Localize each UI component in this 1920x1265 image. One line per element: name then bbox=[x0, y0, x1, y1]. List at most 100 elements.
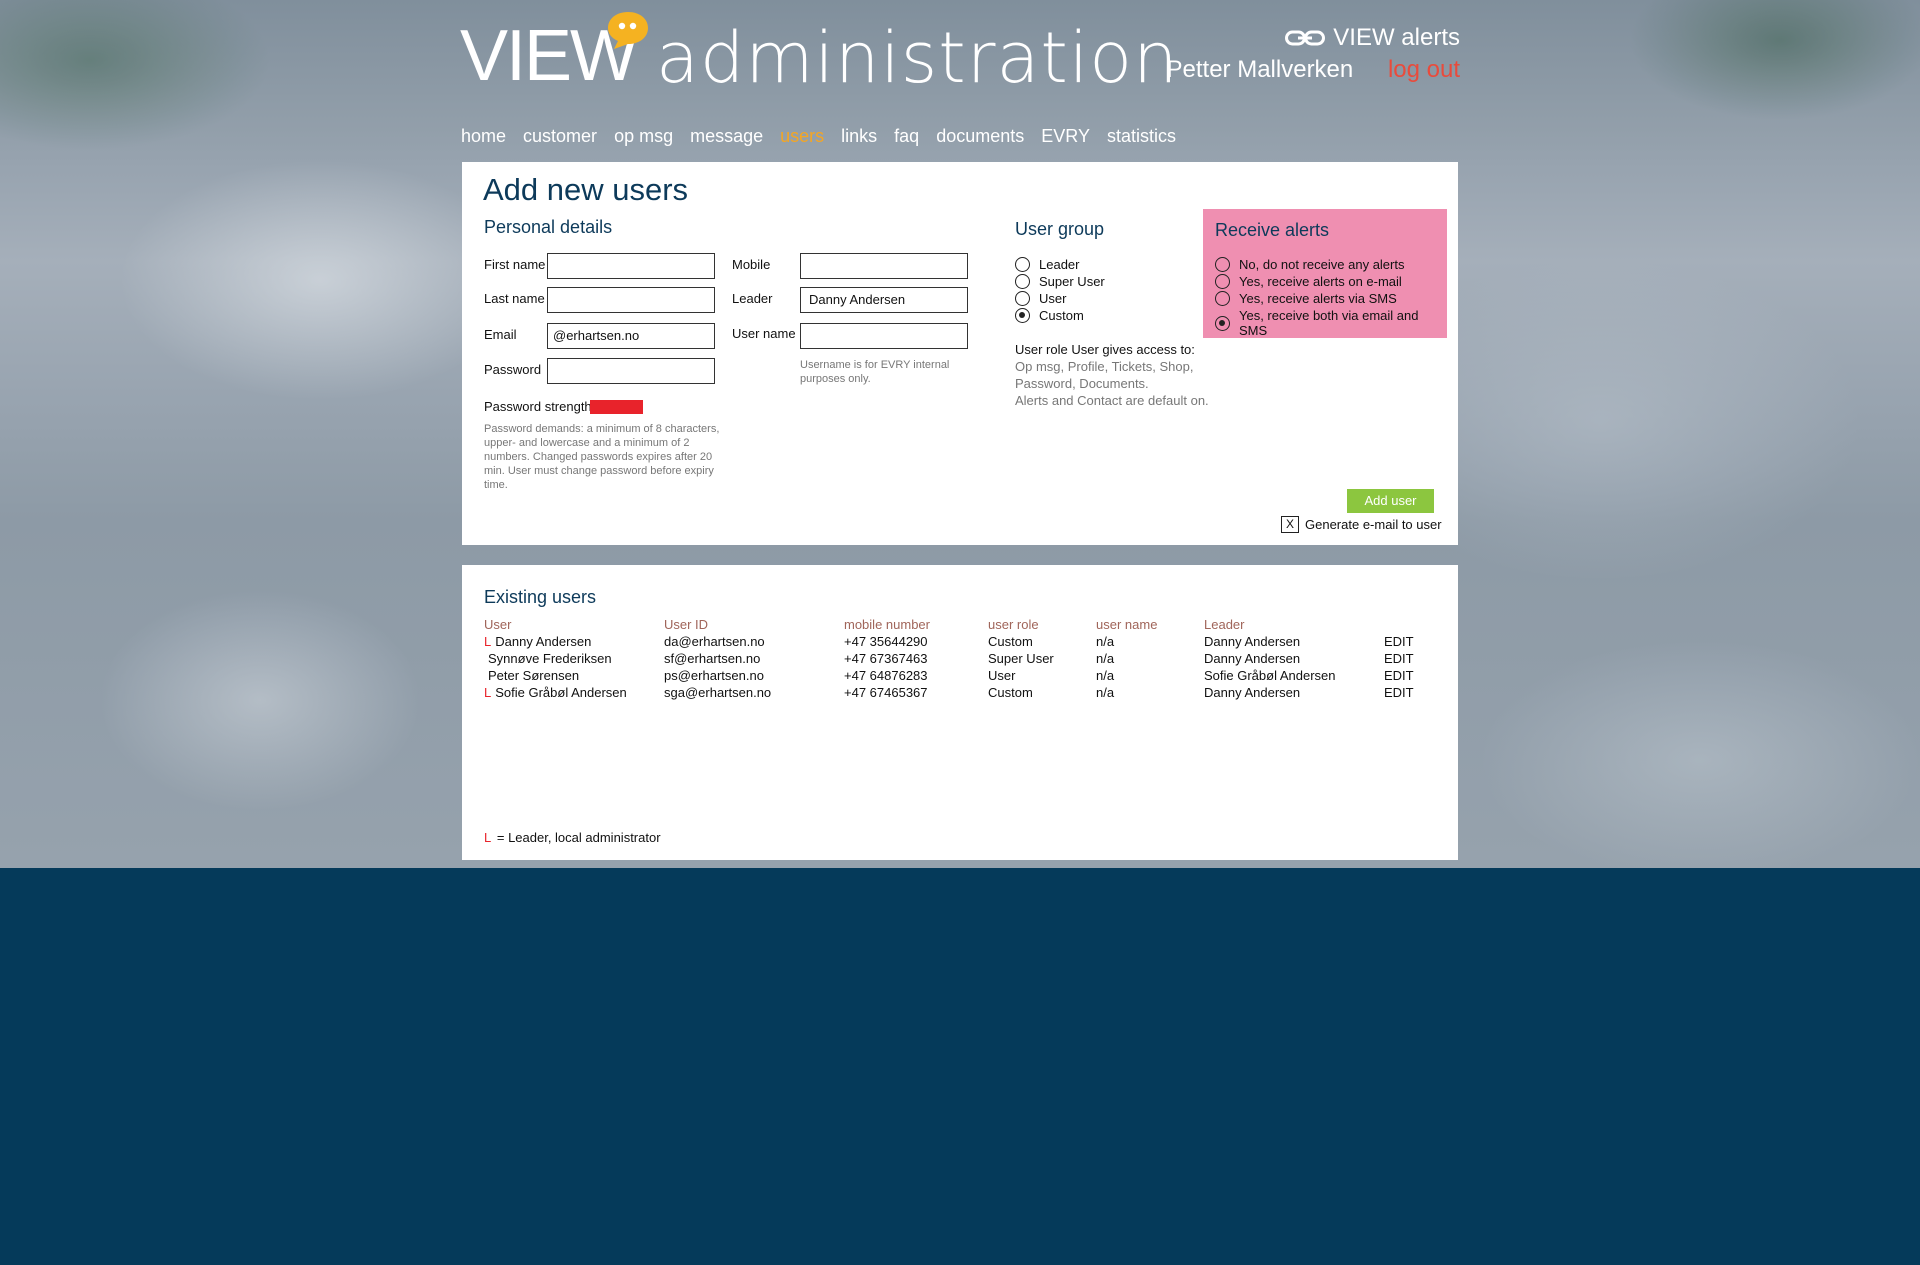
user-name: Synnøve Frederiksen bbox=[488, 651, 612, 666]
header: VIEW administration VIEW alerts Petter M… bbox=[460, 0, 1460, 160]
radio-label: Yes, receive both via email and SMS bbox=[1239, 308, 1419, 338]
password-field[interactable] bbox=[547, 358, 715, 384]
last-name-label: Last name bbox=[484, 291, 545, 306]
user-group-super-user[interactable]: Super User bbox=[1015, 274, 1105, 289]
nav-documents[interactable]: documents bbox=[936, 126, 1024, 147]
password-strength-label: Password strength bbox=[484, 399, 592, 414]
cell-user-id: sf@erhartsen.no bbox=[664, 651, 761, 666]
password-strength-bar bbox=[590, 400, 643, 414]
mobile-label: Mobile bbox=[732, 257, 771, 272]
radio-label: Yes, receive alerts on e-mail bbox=[1239, 274, 1402, 289]
generate-email-checkbox[interactable]: X bbox=[1281, 516, 1299, 533]
cell-mobile: +47 67465367 bbox=[844, 685, 928, 700]
radio-button[interactable] bbox=[1215, 291, 1230, 306]
cell-role: Custom bbox=[988, 634, 1033, 649]
generate-email-row[interactable]: X Generate e-mail to user bbox=[1281, 516, 1442, 533]
nav-users[interactable]: users bbox=[780, 126, 824, 147]
page-title: Add new users bbox=[483, 172, 689, 207]
view-alerts-link[interactable]: VIEW alerts bbox=[1285, 24, 1460, 52]
nav-evry[interactable]: EVRY bbox=[1041, 126, 1090, 147]
radio-button[interactable] bbox=[1215, 274, 1230, 289]
user-name-label: User name bbox=[732, 326, 796, 341]
user-group-custom[interactable]: Custom bbox=[1015, 308, 1084, 323]
user-group-heading: User group bbox=[1015, 219, 1105, 239]
nav-faq[interactable]: faq bbox=[894, 126, 919, 147]
col-header-user-id: User ID bbox=[664, 617, 709, 632]
alerts-option-both[interactable]: Yes, receive both via email and SMS bbox=[1215, 308, 1447, 338]
cell-leader: Danny Andersen bbox=[1204, 651, 1301, 666]
nav-customer[interactable]: customer bbox=[523, 126, 597, 147]
mobile-field[interactable] bbox=[800, 253, 968, 279]
edit-link[interactable]: EDIT bbox=[1384, 651, 1414, 666]
user-group-leader[interactable]: Leader bbox=[1015, 257, 1079, 272]
radio-button[interactable] bbox=[1215, 257, 1230, 272]
nav-links[interactable]: links bbox=[841, 126, 877, 147]
user-group-user[interactable]: User bbox=[1015, 291, 1066, 306]
cell-user-id: ps@erhartsen.no bbox=[664, 668, 764, 683]
cell-user-id: da@erhartsen.no bbox=[664, 634, 765, 649]
radio-label: Leader bbox=[1039, 257, 1080, 272]
cell-username: n/a bbox=[1096, 634, 1115, 649]
cell-username: n/a bbox=[1096, 651, 1115, 666]
leader-label: Leader bbox=[732, 291, 773, 306]
existing-users-heading: Existing users bbox=[484, 587, 597, 607]
nav-statistics[interactable]: statistics bbox=[1107, 126, 1176, 147]
edit-link[interactable]: EDIT bbox=[1384, 634, 1414, 649]
user-name: Sofie Gråbøl Andersen bbox=[495, 685, 627, 700]
add-user-panel: Add new users Personal details First nam… bbox=[462, 162, 1458, 545]
alerts-option-sms[interactable]: Yes, receive alerts via SMS bbox=[1215, 291, 1397, 306]
radio-button[interactable] bbox=[1015, 257, 1030, 272]
user-name-field[interactable] bbox=[800, 323, 968, 349]
logout-link[interactable]: log out bbox=[1388, 56, 1460, 83]
radio-button[interactable] bbox=[1015, 291, 1030, 306]
cell-user: Peter Sørensen bbox=[484, 668, 579, 683]
radio-label: No, do not receive any alerts bbox=[1239, 257, 1405, 272]
current-user-name: Petter Mallverken bbox=[1166, 56, 1354, 83]
col-header-role: user role bbox=[988, 617, 1039, 632]
logo-admin-text: administration bbox=[656, 17, 1179, 99]
col-header-user: User bbox=[484, 617, 512, 632]
cell-leader: Danny Andersen bbox=[1204, 685, 1301, 700]
edit-link[interactable]: EDIT bbox=[1384, 685, 1414, 700]
radio-label: Custom bbox=[1039, 308, 1084, 323]
cell-username: n/a bbox=[1096, 685, 1115, 700]
first-name-field[interactable] bbox=[547, 253, 715, 279]
alerts-option-email[interactable]: Yes, receive alerts on e-mail bbox=[1215, 274, 1402, 289]
radio-button[interactable] bbox=[1015, 274, 1030, 289]
main-nav: home customer op msg message users links… bbox=[461, 126, 1176, 147]
nav-home[interactable]: home bbox=[461, 126, 506, 147]
user-name: Peter Sørensen bbox=[488, 668, 580, 683]
nav-op-msg[interactable]: op msg bbox=[614, 126, 673, 147]
radio-button-selected[interactable] bbox=[1215, 315, 1230, 331]
edit-link[interactable]: EDIT bbox=[1384, 668, 1414, 683]
email-field[interactable]: @erhartsen.no bbox=[547, 323, 715, 349]
alerts-option-none[interactable]: No, do not receive any alerts bbox=[1215, 257, 1404, 272]
chain-link-icon bbox=[1285, 30, 1326, 46]
radio-button-selected[interactable] bbox=[1015, 308, 1030, 323]
cell-leader: Danny Andersen bbox=[1204, 634, 1301, 649]
last-name-field[interactable] bbox=[547, 287, 715, 313]
first-name-label: First name bbox=[484, 257, 546, 272]
radio-label: Super User bbox=[1039, 274, 1105, 289]
cell-role: User bbox=[988, 668, 1016, 683]
cell-user: L Sofie Gråbøl Andersen bbox=[484, 685, 627, 700]
add-user-button[interactable]: Add user bbox=[1347, 489, 1434, 513]
role-description-title: User role User gives access to: bbox=[1015, 342, 1195, 357]
cell-mobile: +47 67367463 bbox=[844, 651, 928, 666]
password-requirements-note: Password demands: a minimum of 8 charact… bbox=[484, 423, 720, 491]
personal-details-heading: Personal details bbox=[484, 217, 613, 237]
view-alerts-label: VIEW alerts bbox=[1333, 24, 1460, 51]
leader-mark: L bbox=[484, 634, 492, 649]
cell-role: Custom bbox=[988, 685, 1033, 700]
user-name: Danny Andersen bbox=[495, 634, 592, 649]
col-header-mobile: mobile number bbox=[844, 617, 930, 632]
radio-label: User bbox=[1039, 291, 1067, 306]
leader-field[interactable]: Danny Andersen bbox=[800, 287, 968, 313]
cell-leader: Sofie Gråbøl Andersen bbox=[1204, 668, 1336, 683]
existing-users-panel: Existing users User User ID mobile numbe… bbox=[462, 565, 1458, 860]
legend-text: = Leader, local administrator bbox=[496, 830, 661, 845]
col-header-leader: Leader bbox=[1204, 617, 1245, 632]
cell-user: Synnøve Frederiksen bbox=[484, 651, 612, 666]
nav-message[interactable]: message bbox=[690, 126, 763, 147]
cell-user: L Danny Andersen bbox=[484, 634, 591, 649]
